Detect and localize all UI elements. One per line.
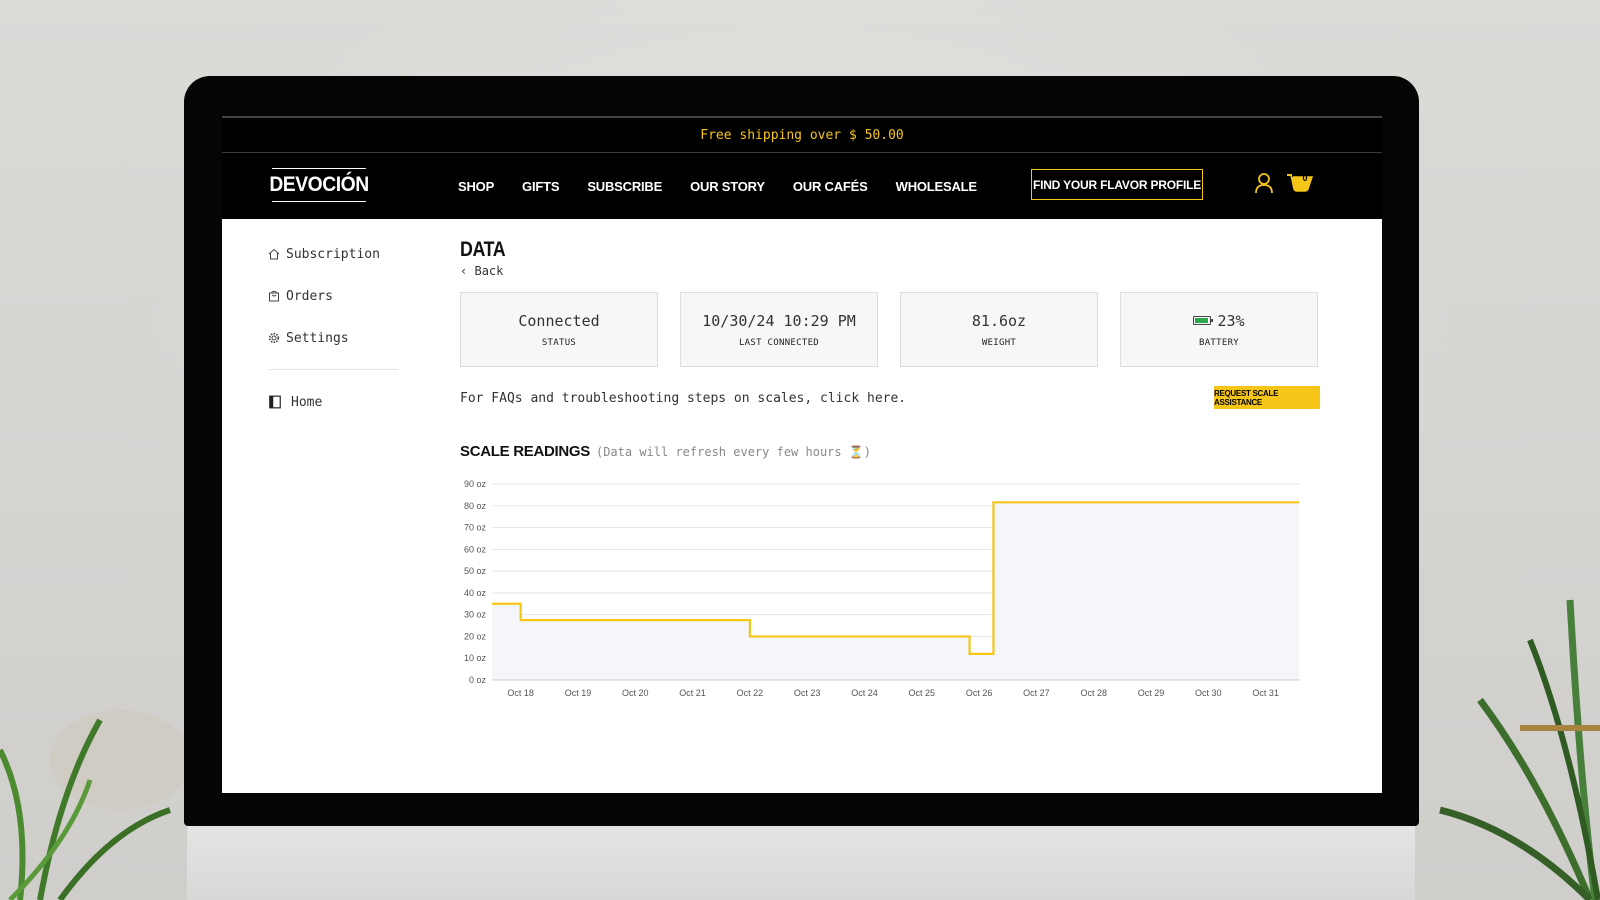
x-tick-label: Oct 18 [507, 688, 534, 698]
page-title: DATA [460, 238, 506, 261]
book-icon [269, 395, 281, 409]
scale-readings-chart: 0 oz 10 oz 20 oz 30 oz 40 oz 50 oz 60 oz 70 oz 8… [464, 479, 1300, 698]
scale-readings-note: (Data will refresh every few hours ⏳) [595, 445, 872, 459]
x-tick-label: Oct 22 [737, 688, 764, 698]
x-tick-label: Oct 25 [909, 688, 936, 698]
back-label: Back [474, 264, 504, 278]
y-tick-label: 50 oz [464, 566, 487, 576]
y-tick-label: 80 oz [464, 501, 487, 511]
nav-menu: SHOP GIFTS SUBSCRIBE OUR STORY OUR CAFÉS… [458, 153, 977, 219]
battery-value: 23% [1217, 311, 1245, 330]
x-tick-label: Oct 29 [1138, 688, 1165, 698]
y-tick-label: 20 oz [464, 631, 487, 641]
sidebar-item-orders[interactable]: Orders [268, 286, 398, 306]
find-flavor-profile-button[interactable]: FIND YOUR FLAVOR PROFILE [1031, 169, 1203, 200]
x-tick-label: Oct 31 [1252, 688, 1279, 698]
monitor-stand [187, 825, 1415, 900]
x-tick-label: Oct 26 [966, 688, 993, 698]
x-tick-label: Oct 20 [622, 688, 649, 698]
cart-count-badge: 0 [1302, 173, 1308, 183]
battery-value-row: 23% [1193, 311, 1245, 330]
sidebar-item-subscription[interactable]: Subscription [268, 244, 398, 264]
status-value: Connected [518, 311, 600, 330]
nav-item-our-story[interactable]: OUR STORY [690, 179, 765, 194]
plant-right-decoration [1439, 599, 1600, 900]
weight-card: 81.6oz WEIGHT [900, 292, 1098, 367]
x-tick-label: Oct 24 [851, 688, 878, 698]
request-scale-assistance-button[interactable]: REQUEST SCALE ASSISTANCE [1214, 386, 1320, 409]
y-tick-label: 30 oz [464, 610, 487, 620]
x-tick-label: Oct 21 [679, 688, 706, 698]
nav-item-our-cafes[interactable]: OUR CAFÉS [793, 179, 868, 194]
sidebar-item-label: Settings [286, 330, 349, 346]
sidebar-item-home[interactable]: Home [268, 392, 398, 412]
faq-link[interactable]: For FAQs and troubleshooting steps on sc… [460, 391, 906, 406]
readings-area [492, 502, 1300, 680]
bag-icon [269, 290, 279, 302]
y-tick-label: 60 oz [464, 544, 487, 554]
main-nav: DEVOCIÓN SHOP GIFTS SUBSCRIBE OUR STORY … [222, 153, 1382, 219]
y-tick-label: 90 oz [464, 479, 487, 489]
nav-item-subscribe[interactable]: SUBSCRIBE [587, 179, 662, 194]
main-content: DATA ‹ Back Connected STATUS 10/30/24 10… [460, 238, 1320, 698]
y-tick-label: 40 oz [464, 588, 487, 598]
scale-readings-title: SCALE READINGS [460, 443, 590, 460]
nav-item-wholesale[interactable]: WHOLESALE [896, 179, 977, 194]
y-tick-label: 70 oz [464, 523, 487, 533]
account-sidebar: Subscription Orders Settings Home [268, 244, 398, 434]
x-tick-label: Oct 19 [565, 688, 592, 698]
x-tick-label: Oct 28 [1080, 688, 1107, 698]
battery-label: BATTERY [1198, 337, 1240, 348]
faq-row: For FAQs and troubleshooting steps on sc… [460, 385, 1320, 411]
shipping-banner: Free shipping over $ 50.00 [222, 116, 1382, 153]
sidebar-divider [268, 369, 398, 370]
sidebar-item-label: Subscription [286, 246, 380, 262]
weight-value: 81.6oz [971, 311, 1027, 330]
last-connected-label: LAST CONNECTED [738, 337, 820, 348]
x-tick-label: Oct 27 [1023, 688, 1050, 698]
account-icon[interactable] [1254, 172, 1274, 194]
back-link[interactable]: ‹ Back [460, 264, 1320, 280]
battery-icon [1193, 316, 1214, 325]
y-tick-label: 10 oz [464, 653, 487, 663]
plant-left-decoration [0, 710, 190, 900]
sidebar-item-settings[interactable]: Settings [268, 328, 398, 348]
nav-item-gifts[interactable]: GIFTS [522, 179, 559, 194]
home-icon [268, 248, 280, 260]
brand-logo[interactable]: DEVOCIÓN [269, 168, 369, 202]
nav-item-shop[interactable]: SHOP [458, 179, 494, 194]
chevron-left-icon: ‹ [460, 264, 468, 278]
weight-label: WEIGHT [981, 337, 1017, 348]
status-card: Connected STATUS [460, 292, 658, 367]
x-tick-label: Oct 30 [1195, 688, 1222, 698]
browser-screen: Free shipping over $ 50.00 DEVOCIÓN SHOP… [222, 116, 1382, 793]
gear-icon [268, 332, 280, 344]
status-label: STATUS [541, 337, 577, 348]
scale-readings-header: SCALE READINGS (Data will refresh every … [460, 443, 1320, 463]
sidebar-item-label: Home [291, 394, 323, 410]
shipping-banner-text: Free shipping over $ 50.00 [700, 127, 904, 143]
last-connected-card: 10/30/24 10:29 PM LAST CONNECTED [680, 292, 878, 367]
battery-card: 23% BATTERY [1120, 292, 1318, 367]
scale-status-cards: Connected STATUS 10/30/24 10:29 PM LAST … [460, 292, 1320, 367]
last-connected-value: 10/30/24 10:29 PM [702, 311, 856, 330]
x-tick-label: Oct 23 [794, 688, 821, 698]
sidebar-item-label: Orders [286, 288, 333, 304]
y-tick-label: 0 oz [469, 675, 487, 685]
